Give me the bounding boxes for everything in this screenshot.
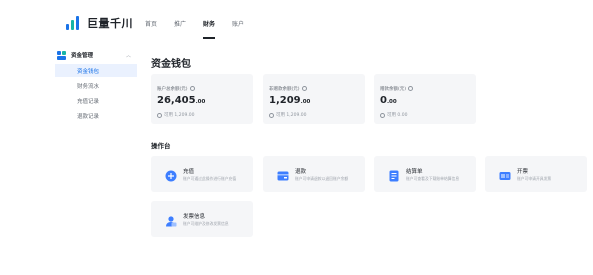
op-title: 发票信息 xyxy=(183,214,206,220)
op-card-recharge[interactable]: 充值 账户可通过此操作进行账户充值 xyxy=(151,156,253,192)
help-icon[interactable] xyxy=(301,86,307,91)
recharge-icon xyxy=(165,170,177,182)
refund-icon xyxy=(277,170,289,182)
balance-value: 26,405.00 xyxy=(157,95,206,106)
logo-mark-icon xyxy=(66,16,84,30)
op-desc: 账户可维护及修改发票信息 xyxy=(183,221,229,226)
nav-promotion[interactable]: 推广 xyxy=(174,19,186,39)
logo[interactable]: 巨量千川 xyxy=(66,15,133,31)
info-icon xyxy=(380,112,385,118)
balance-available: 可用 1,209.00 xyxy=(157,112,194,118)
balance-value: 0.00 xyxy=(380,95,397,106)
page-title: 资金钱包 xyxy=(151,59,191,70)
help-icon[interactable] xyxy=(189,86,195,91)
sidebar: 资金管理 ︿ 资金钱包 财务流水 充值记录 退款记录 xyxy=(55,48,137,122)
balance-available: 可用 1,209.00 xyxy=(269,112,306,118)
chevron-up-icon[interactable]: ︿ xyxy=(126,52,131,59)
statement-icon xyxy=(388,170,400,182)
top-header: 巨量千川 首页 推广 财务 账户 xyxy=(0,0,593,44)
op-title: 结算单 xyxy=(406,169,423,175)
balance-label: 非赠款余额(元) xyxy=(269,86,307,92)
balance-card-total: 账户总余额(元) 26,405.00 可用 1,209.00 xyxy=(151,74,253,124)
balance-card-non-grant: 非赠款余额(元) 1,209.00 可用 1,209.00 xyxy=(263,74,365,124)
invoice-icon xyxy=(499,170,511,182)
op-desc: 账户可申请开具发票 xyxy=(517,176,552,181)
fund-management-icon xyxy=(57,50,66,60)
op-title: 充值 xyxy=(183,169,195,175)
balance-available: 可用 0.00 xyxy=(380,112,407,118)
nav-home[interactable]: 首页 xyxy=(145,19,157,39)
op-card-invoice[interactable]: 开票 账户可申请开具发票 xyxy=(485,156,587,192)
nav-account[interactable]: 账户 xyxy=(232,19,244,39)
invoice-info-icon xyxy=(165,215,177,227)
sidebar-item-refund-records[interactable]: 退款记录 xyxy=(55,109,137,122)
sidebar-item-fund-wallet[interactable]: 资金钱包 xyxy=(55,64,137,77)
balance-label: 赠款余额(元) xyxy=(380,86,414,92)
balance-value: 1,209.00 xyxy=(269,95,311,106)
op-card-invoice-info[interactable]: 发票信息 账户可维护及修改发票信息 xyxy=(151,201,253,237)
info-icon xyxy=(157,112,162,118)
info-icon xyxy=(269,112,274,118)
sidebar-group-fund-management[interactable]: 资金管理 ︿ xyxy=(55,48,137,62)
op-desc: 账户可查看及下载账单结算信息 xyxy=(406,176,460,181)
op-desc: 账户可通过此操作进行账户充值 xyxy=(183,176,237,181)
top-nav: 首页 推广 财务 账户 xyxy=(145,19,261,39)
balance-card-grant: 赠款余额(元) 0.00 可用 0.00 xyxy=(374,74,476,124)
help-icon[interactable] xyxy=(408,86,414,91)
logo-text: 巨量千川 xyxy=(87,17,133,30)
nav-finance[interactable]: 财务 xyxy=(203,19,216,39)
sidebar-item-finance-flow[interactable]: 财务流水 xyxy=(55,79,137,92)
op-desc: 账户可申请退款以退回账户余额 xyxy=(295,176,349,181)
op-card-statement[interactable]: 结算单 账户可查看及下载账单结算信息 xyxy=(374,156,476,192)
op-title: 退款 xyxy=(295,169,307,175)
op-card-refund[interactable]: 退款 账户可申请退款以退回账户余额 xyxy=(263,156,365,192)
op-title: 开票 xyxy=(517,169,529,175)
balance-label: 账户总余额(元) xyxy=(157,86,195,92)
sidebar-group-label: 资金管理 xyxy=(71,53,94,59)
sidebar-item-recharge-records[interactable]: 充值记录 xyxy=(55,94,137,107)
section-title-console: 操作台 xyxy=(151,142,171,150)
